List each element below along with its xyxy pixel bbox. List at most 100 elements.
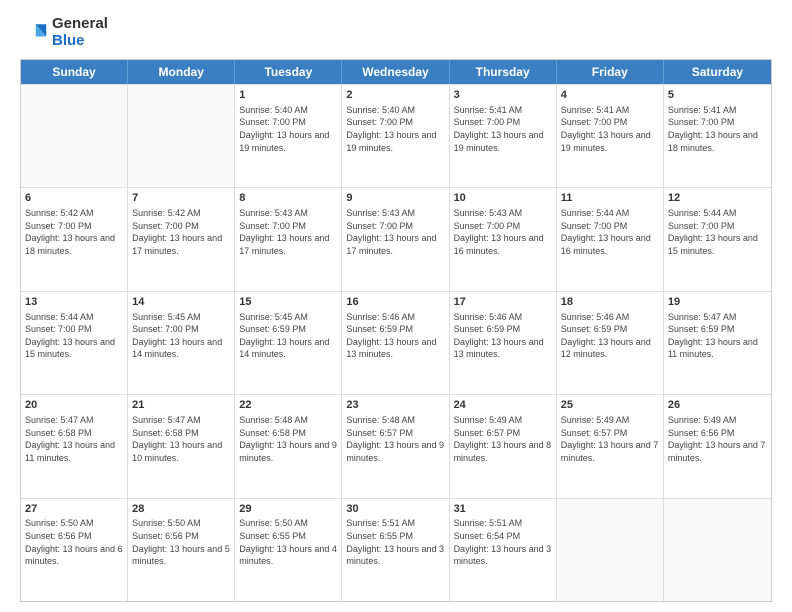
calendar-week-4: 20Sunrise: 5:47 AMSunset: 6:58 PMDayligh… xyxy=(21,394,771,497)
calendar-day-14: 14Sunrise: 5:45 AMSunset: 7:00 PMDayligh… xyxy=(128,292,235,394)
day-number: 26 xyxy=(668,398,767,413)
calendar-day-23: 23Sunrise: 5:48 AMSunset: 6:57 PMDayligh… xyxy=(342,395,449,497)
day-number: 21 xyxy=(132,398,230,413)
calendar: SundayMondayTuesdayWednesdayThursdayFrid… xyxy=(20,59,772,602)
calendar-day-25: 25Sunrise: 5:49 AMSunset: 6:57 PMDayligh… xyxy=(557,395,664,497)
day-info: Sunrise: 5:50 AMSunset: 6:56 PMDaylight:… xyxy=(132,517,230,567)
calendar-day-7: 7Sunrise: 5:42 AMSunset: 7:00 PMDaylight… xyxy=(128,188,235,290)
day-number: 30 xyxy=(346,502,444,517)
calendar-day-2: 2Sunrise: 5:40 AMSunset: 7:00 PMDaylight… xyxy=(342,85,449,187)
day-number: 28 xyxy=(132,502,230,517)
calendar-week-1: 1Sunrise: 5:40 AMSunset: 7:00 PMDaylight… xyxy=(21,84,771,187)
calendar-day-12: 12Sunrise: 5:44 AMSunset: 7:00 PMDayligh… xyxy=(664,188,771,290)
day-number: 12 xyxy=(668,191,767,206)
calendar-day-15: 15Sunrise: 5:45 AMSunset: 6:59 PMDayligh… xyxy=(235,292,342,394)
day-number: 15 xyxy=(239,295,337,310)
day-info: Sunrise: 5:40 AMSunset: 7:00 PMDaylight:… xyxy=(346,104,444,154)
day-info: Sunrise: 5:45 AMSunset: 7:00 PMDaylight:… xyxy=(132,311,230,361)
day-info: Sunrise: 5:49 AMSunset: 6:56 PMDaylight:… xyxy=(668,414,767,464)
calendar-day-21: 21Sunrise: 5:47 AMSunset: 6:58 PMDayligh… xyxy=(128,395,235,497)
calendar-day-1: 1Sunrise: 5:40 AMSunset: 7:00 PMDaylight… xyxy=(235,85,342,187)
calendar-day-20: 20Sunrise: 5:47 AMSunset: 6:58 PMDayligh… xyxy=(21,395,128,497)
day-number: 19 xyxy=(668,295,767,310)
header-day-monday: Monday xyxy=(128,60,235,84)
day-info: Sunrise: 5:44 AMSunset: 7:00 PMDaylight:… xyxy=(668,207,767,257)
day-number: 5 xyxy=(668,88,767,103)
day-number: 17 xyxy=(454,295,552,310)
header-day-sunday: Sunday xyxy=(21,60,128,84)
day-info: Sunrise: 5:43 AMSunset: 7:00 PMDaylight:… xyxy=(239,207,337,257)
day-number: 29 xyxy=(239,502,337,517)
day-info: Sunrise: 5:47 AMSunset: 6:59 PMDaylight:… xyxy=(668,311,767,361)
calendar-day-19: 19Sunrise: 5:47 AMSunset: 6:59 PMDayligh… xyxy=(664,292,771,394)
day-number: 2 xyxy=(346,88,444,103)
header-day-saturday: Saturday xyxy=(664,60,771,84)
day-info: Sunrise: 5:42 AMSunset: 7:00 PMDaylight:… xyxy=(132,207,230,257)
day-number: 6 xyxy=(25,191,123,206)
day-info: Sunrise: 5:44 AMSunset: 7:00 PMDaylight:… xyxy=(561,207,659,257)
day-info: Sunrise: 5:47 AMSunset: 6:58 PMDaylight:… xyxy=(132,414,230,464)
day-number: 10 xyxy=(454,191,552,206)
day-number: 7 xyxy=(132,191,230,206)
calendar-day-24: 24Sunrise: 5:49 AMSunset: 6:57 PMDayligh… xyxy=(450,395,557,497)
day-info: Sunrise: 5:51 AMSunset: 6:55 PMDaylight:… xyxy=(346,517,444,567)
calendar-day-30: 30Sunrise: 5:51 AMSunset: 6:55 PMDayligh… xyxy=(342,499,449,601)
calendar-day-6: 6Sunrise: 5:42 AMSunset: 7:00 PMDaylight… xyxy=(21,188,128,290)
calendar-day-9: 9Sunrise: 5:43 AMSunset: 7:00 PMDaylight… xyxy=(342,188,449,290)
calendar-day-10: 10Sunrise: 5:43 AMSunset: 7:00 PMDayligh… xyxy=(450,188,557,290)
calendar-body: 1Sunrise: 5:40 AMSunset: 7:00 PMDaylight… xyxy=(21,84,771,601)
day-number: 9 xyxy=(346,191,444,206)
calendar-day-3: 3Sunrise: 5:41 AMSunset: 7:00 PMDaylight… xyxy=(450,85,557,187)
day-info: Sunrise: 5:41 AMSunset: 7:00 PMDaylight:… xyxy=(668,104,767,154)
day-info: Sunrise: 5:43 AMSunset: 7:00 PMDaylight:… xyxy=(346,207,444,257)
header: General Blue xyxy=(20,16,772,49)
day-info: Sunrise: 5:47 AMSunset: 6:58 PMDaylight:… xyxy=(25,414,123,464)
day-number: 3 xyxy=(454,88,552,103)
calendar-cell-empty xyxy=(557,499,664,601)
day-info: Sunrise: 5:45 AMSunset: 6:59 PMDaylight:… xyxy=(239,311,337,361)
day-number: 11 xyxy=(561,191,659,206)
calendar-day-13: 13Sunrise: 5:44 AMSunset: 7:00 PMDayligh… xyxy=(21,292,128,394)
day-number: 25 xyxy=(561,398,659,413)
calendar-cell-empty xyxy=(21,85,128,187)
day-number: 24 xyxy=(454,398,552,413)
day-info: Sunrise: 5:42 AMSunset: 7:00 PMDaylight:… xyxy=(25,207,123,257)
calendar-day-11: 11Sunrise: 5:44 AMSunset: 7:00 PMDayligh… xyxy=(557,188,664,290)
day-info: Sunrise: 5:48 AMSunset: 6:57 PMDaylight:… xyxy=(346,414,444,464)
header-day-friday: Friday xyxy=(557,60,664,84)
calendar-header: SundayMondayTuesdayWednesdayThursdayFrid… xyxy=(21,60,771,84)
day-number: 14 xyxy=(132,295,230,310)
day-info: Sunrise: 5:50 AMSunset: 6:56 PMDaylight:… xyxy=(25,517,123,567)
day-info: Sunrise: 5:46 AMSunset: 6:59 PMDaylight:… xyxy=(561,311,659,361)
logo: General Blue xyxy=(20,16,108,49)
calendar-cell-empty xyxy=(128,85,235,187)
day-info: Sunrise: 5:49 AMSunset: 6:57 PMDaylight:… xyxy=(561,414,659,464)
calendar-day-28: 28Sunrise: 5:50 AMSunset: 6:56 PMDayligh… xyxy=(128,499,235,601)
calendar-week-5: 27Sunrise: 5:50 AMSunset: 6:56 PMDayligh… xyxy=(21,498,771,601)
day-number: 1 xyxy=(239,88,337,103)
calendar-day-8: 8Sunrise: 5:43 AMSunset: 7:00 PMDaylight… xyxy=(235,188,342,290)
calendar-week-3: 13Sunrise: 5:44 AMSunset: 7:00 PMDayligh… xyxy=(21,291,771,394)
day-number: 16 xyxy=(346,295,444,310)
day-info: Sunrise: 5:46 AMSunset: 6:59 PMDaylight:… xyxy=(346,311,444,361)
calendar-cell-empty xyxy=(664,499,771,601)
day-info: Sunrise: 5:40 AMSunset: 7:00 PMDaylight:… xyxy=(239,104,337,154)
calendar-day-27: 27Sunrise: 5:50 AMSunset: 6:56 PMDayligh… xyxy=(21,499,128,601)
day-info: Sunrise: 5:41 AMSunset: 7:00 PMDaylight:… xyxy=(561,104,659,154)
day-number: 18 xyxy=(561,295,659,310)
calendar-day-18: 18Sunrise: 5:46 AMSunset: 6:59 PMDayligh… xyxy=(557,292,664,394)
day-info: Sunrise: 5:48 AMSunset: 6:58 PMDaylight:… xyxy=(239,414,337,464)
day-number: 20 xyxy=(25,398,123,413)
logo-text: General Blue xyxy=(52,16,108,49)
day-number: 8 xyxy=(239,191,337,206)
day-info: Sunrise: 5:43 AMSunset: 7:00 PMDaylight:… xyxy=(454,207,552,257)
day-number: 23 xyxy=(346,398,444,413)
calendar-week-2: 6Sunrise: 5:42 AMSunset: 7:00 PMDaylight… xyxy=(21,187,771,290)
day-info: Sunrise: 5:51 AMSunset: 6:54 PMDaylight:… xyxy=(454,517,552,567)
header-day-thursday: Thursday xyxy=(450,60,557,84)
header-day-wednesday: Wednesday xyxy=(342,60,449,84)
day-info: Sunrise: 5:44 AMSunset: 7:00 PMDaylight:… xyxy=(25,311,123,361)
day-number: 22 xyxy=(239,398,337,413)
calendar-day-5: 5Sunrise: 5:41 AMSunset: 7:00 PMDaylight… xyxy=(664,85,771,187)
day-info: Sunrise: 5:46 AMSunset: 6:59 PMDaylight:… xyxy=(454,311,552,361)
